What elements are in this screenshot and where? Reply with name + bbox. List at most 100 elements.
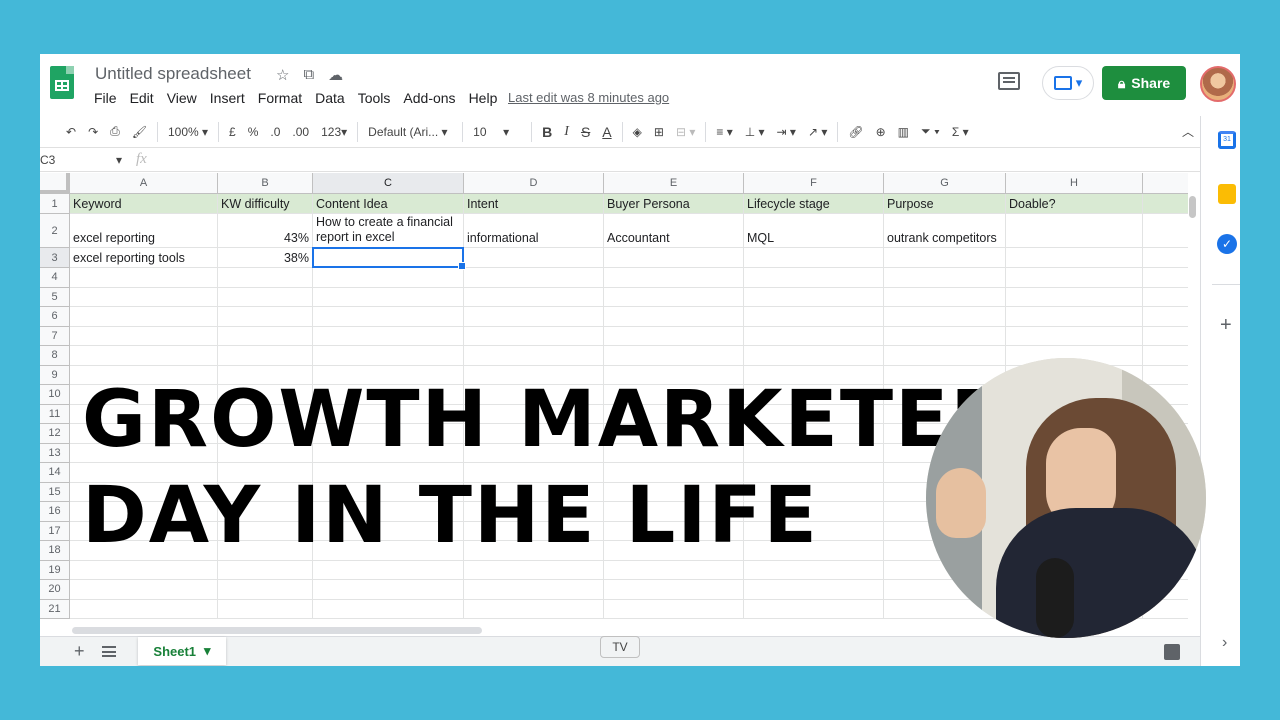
- vertical-scrollbar[interactable]: [1189, 196, 1196, 218]
- more-formats-select[interactable]: 123▾: [315, 125, 353, 139]
- row-header-12[interactable]: 12: [40, 424, 70, 444]
- cell-f3[interactable]: [744, 248, 884, 268]
- column-header-f[interactable]: F: [744, 173, 884, 194]
- row-header-7[interactable]: 7: [40, 326, 70, 346]
- cell-g6[interactable]: [884, 307, 1006, 327]
- cell-e3[interactable]: [604, 248, 744, 268]
- horizontal-align-icon[interactable]: ≡ ▾: [710, 125, 738, 139]
- menu-insert[interactable]: Insert: [210, 90, 251, 106]
- row-header-15[interactable]: 15: [40, 482, 70, 502]
- get-addons-icon[interactable]: +: [1220, 314, 1232, 337]
- cell-extra-6[interactable]: [1143, 307, 1188, 327]
- row-header-3[interactable]: 3: [40, 248, 70, 268]
- paint-format-icon[interactable]: 🖌︎: [126, 125, 153, 139]
- cell-b8[interactable]: [218, 346, 313, 366]
- percent-format-button[interactable]: %: [242, 125, 265, 139]
- cell-f2[interactable]: MQL: [744, 214, 884, 248]
- share-button[interactable]: 🔒︎ Share: [1102, 66, 1186, 100]
- cell-b3[interactable]: 38%: [218, 248, 313, 268]
- cell-h6[interactable]: [1006, 307, 1143, 327]
- cell-extra-3[interactable]: [1143, 248, 1188, 268]
- cell-f8[interactable]: [744, 346, 884, 366]
- cell-b1[interactable]: KW difficulty: [218, 194, 313, 214]
- increase-decimal-button[interactable]: .00: [286, 125, 315, 139]
- row-header-5[interactable]: 5: [40, 287, 70, 307]
- cell-h4[interactable]: [1006, 268, 1143, 288]
- strikethrough-button[interactable]: S: [575, 124, 596, 140]
- cell-a4[interactable]: [70, 268, 218, 288]
- document-title[interactable]: Untitled spreadsheet: [95, 64, 251, 84]
- cell-a5[interactable]: [70, 287, 218, 307]
- cell-a1[interactable]: Keyword: [70, 194, 218, 214]
- zoom-select[interactable]: 100% ▾: [162, 125, 214, 139]
- cell-f21[interactable]: [744, 599, 884, 619]
- cell-h1[interactable]: Doable?: [1006, 194, 1143, 214]
- move-to-folder-icon[interactable]: ⧉: [303, 66, 314, 84]
- star-icon[interactable]: ☆: [276, 66, 289, 84]
- row-header-19[interactable]: 19: [40, 560, 70, 580]
- cell-d8[interactable]: [464, 346, 604, 366]
- column-header-g[interactable]: G: [884, 173, 1006, 194]
- row-header-20[interactable]: 20: [40, 580, 70, 600]
- sheet-tab-sheet1[interactable]: Sheet1 ▾: [138, 637, 226, 665]
- cell-f1[interactable]: Lifecycle stage: [744, 194, 884, 214]
- cell-b20[interactable]: [218, 580, 313, 600]
- row-header-2[interactable]: 2: [40, 214, 70, 248]
- chevron-right-icon[interactable]: ›: [1222, 634, 1227, 652]
- row-header-9[interactable]: 9: [40, 365, 70, 385]
- cell-d20[interactable]: [464, 580, 604, 600]
- cell-f20[interactable]: [744, 580, 884, 600]
- cell-f5[interactable]: [744, 287, 884, 307]
- column-header-b[interactable]: B: [218, 173, 313, 194]
- cell-d21[interactable]: [464, 599, 604, 619]
- cell-e2[interactable]: Accountant: [604, 214, 744, 248]
- undo-icon[interactable]: ↶: [60, 125, 82, 139]
- text-rotation-icon[interactable]: ↗ ▾: [802, 125, 833, 139]
- menu-format[interactable]: Format: [258, 90, 308, 106]
- column-header-d[interactable]: D: [464, 173, 604, 194]
- cell-g1[interactable]: Purpose: [884, 194, 1006, 214]
- cell-c20[interactable]: [313, 580, 464, 600]
- cell-c5[interactable]: [313, 287, 464, 307]
- cell-f4[interactable]: [744, 268, 884, 288]
- cell-f7[interactable]: [744, 326, 884, 346]
- collapse-toolbar-icon[interactable]: ︿: [1176, 123, 1200, 140]
- tasks-icon[interactable]: ✓: [1217, 234, 1237, 254]
- cell-h7[interactable]: [1006, 326, 1143, 346]
- menu-data[interactable]: Data: [315, 90, 351, 106]
- column-header-h[interactable]: H: [1006, 173, 1143, 194]
- cell-c21[interactable]: [313, 599, 464, 619]
- comment-icon[interactable]: [998, 72, 1020, 90]
- text-wrap-icon[interactable]: ⇥ ▾: [771, 125, 802, 139]
- insert-comment-icon[interactable]: ⊕: [870, 125, 892, 139]
- column-header-a[interactable]: A: [70, 173, 218, 194]
- chevron-down-icon[interactable]: ▾: [204, 643, 211, 659]
- cell-g3[interactable]: [884, 248, 1006, 268]
- cell-a7[interactable]: [70, 326, 218, 346]
- cell-f6[interactable]: [744, 307, 884, 327]
- font-select[interactable]: Default (Ari... ▾: [362, 125, 458, 139]
- sheets-logo-icon[interactable]: [50, 66, 74, 99]
- last-edit-link[interactable]: Last edit was 8 minutes ago: [508, 90, 669, 105]
- cell-extra-5[interactable]: [1143, 288, 1188, 307]
- borders-icon[interactable]: ⊞: [648, 125, 670, 139]
- cell-a3[interactable]: excel reporting tools: [70, 248, 218, 268]
- cell-extra-7[interactable]: [1143, 327, 1188, 346]
- cell-e20[interactable]: [604, 580, 744, 600]
- cell-g4[interactable]: [884, 268, 1006, 288]
- cell-c1[interactable]: Content Idea: [313, 194, 464, 214]
- cloud-status-icon[interactable]: ☁: [328, 66, 343, 84]
- column-header-extra[interactable]: [1143, 173, 1188, 194]
- row-header-8[interactable]: 8: [40, 346, 70, 366]
- cell-g7[interactable]: [884, 326, 1006, 346]
- cell-d6[interactable]: [464, 307, 604, 327]
- vertical-align-icon[interactable]: ⊥ ▾: [739, 125, 771, 139]
- horizontal-scrollbar[interactable]: [72, 627, 482, 634]
- cell-b2[interactable]: 43%: [218, 214, 313, 248]
- cell-b5[interactable]: [218, 287, 313, 307]
- row-header-17[interactable]: 17: [40, 521, 70, 541]
- cell-d5[interactable]: [464, 287, 604, 307]
- insert-chart-icon[interactable]: ▥: [892, 125, 915, 139]
- column-header-c[interactable]: C: [313, 173, 464, 194]
- active-cell-selection[interactable]: [312, 247, 466, 270]
